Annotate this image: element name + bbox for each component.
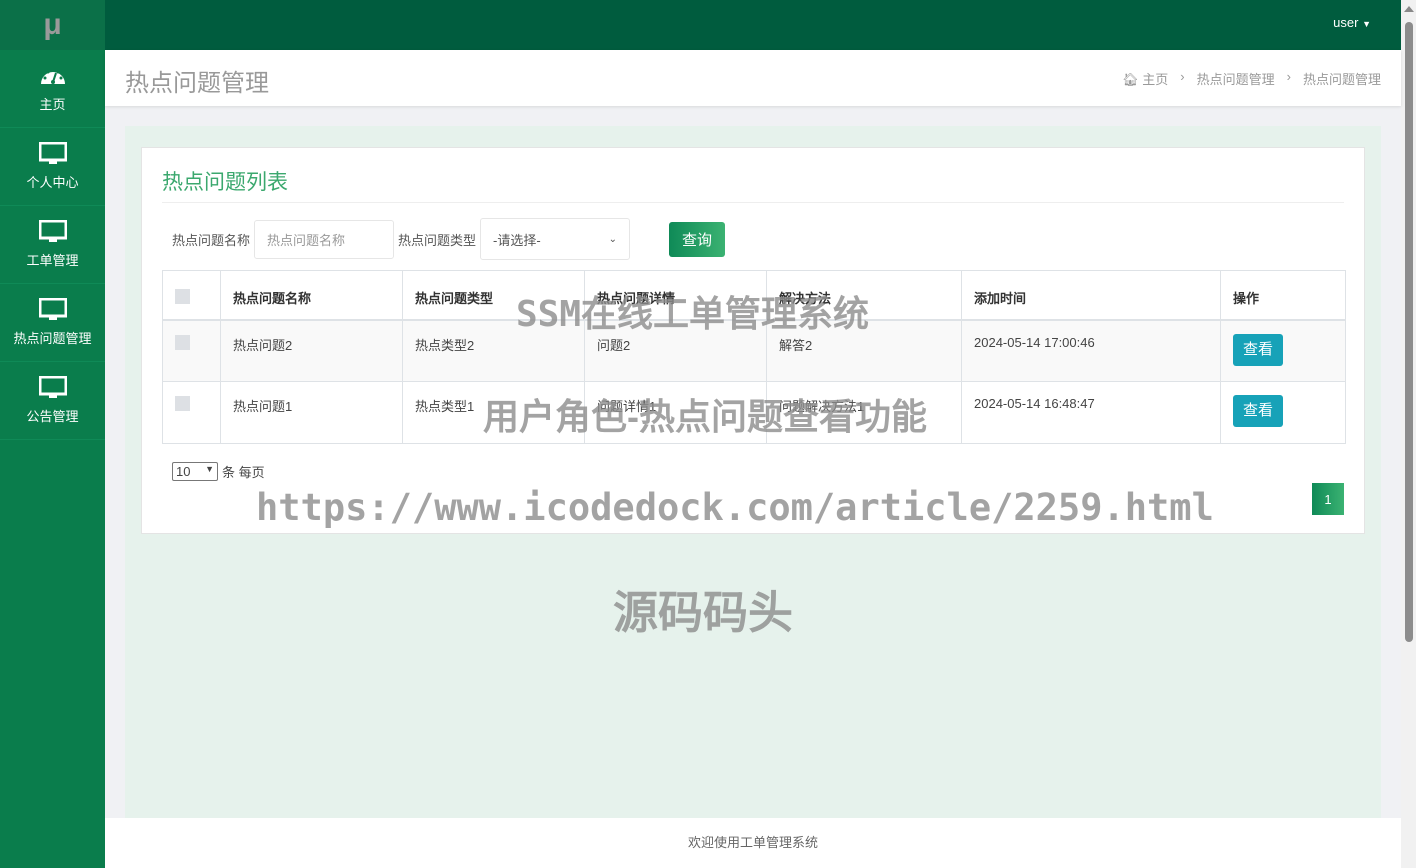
sidebar-item-label: 个人中心 bbox=[26, 175, 79, 190]
type-label: 热点问题类型 bbox=[398, 232, 477, 248]
search-bar: 热点问题名称 热点问题名称 热点问题类型 -请选择- ⌄ 查询 bbox=[172, 218, 726, 260]
sidebar-item-label: 主页 bbox=[39, 97, 66, 112]
select-all-checkbox[interactable] bbox=[175, 288, 190, 304]
sidebar-item-notices[interactable]: 公告管理 bbox=[0, 362, 105, 440]
logo: μ bbox=[0, 0, 105, 50]
scroll-up-icon[interactable] bbox=[1404, 6, 1414, 12]
query-button[interactable]: 查询 bbox=[669, 221, 726, 257]
divider bbox=[162, 202, 1344, 203]
monitor-icon bbox=[38, 376, 67, 398]
dashboard-icon bbox=[40, 70, 65, 84]
user-menu[interactable]: user ▼ bbox=[1333, 15, 1371, 30]
view-button[interactable]: 查看 bbox=[1233, 395, 1283, 427]
type-select[interactable]: -请选择- ⌄ bbox=[480, 218, 631, 260]
sidebar-item-profile[interactable]: 个人中心 bbox=[0, 128, 105, 206]
row-checkbox[interactable] bbox=[175, 396, 190, 411]
cell-name: 热点问题2 bbox=[220, 319, 403, 382]
name-label: 热点问题名称 bbox=[172, 232, 251, 248]
breadcrumb: 🏠︎ 主页 › 热点问题管理 › 热点问题管理 bbox=[1122, 69, 1381, 88]
page-header: 热点问题管理 🏠︎ 主页 › 热点问题管理 › 热点问题管理 bbox=[105, 50, 1401, 106]
scrollbar[interactable] bbox=[1401, 0, 1416, 868]
watermark: SSM在线工单管理系统 bbox=[516, 294, 870, 335]
cell-name: 热点问题1 bbox=[220, 381, 403, 444]
chevron-right-icon: › bbox=[1180, 69, 1185, 84]
column-header: 热点问题名称 bbox=[220, 270, 403, 321]
breadcrumb-item[interactable]: 热点问题管理 bbox=[1197, 69, 1275, 88]
sidebar-item-hot-issues[interactable]: 热点问题管理 bbox=[0, 284, 105, 362]
column-header: 添加时间 bbox=[961, 270, 1221, 321]
name-search-input[interactable]: 热点问题名称 bbox=[254, 219, 395, 259]
sidebar-item-label: 热点问题管理 bbox=[13, 331, 92, 346]
chevron-down-icon: ⌄ bbox=[608, 233, 618, 245]
view-button[interactable]: 查看 bbox=[1233, 333, 1283, 366]
sidebar-item-label: 工单管理 bbox=[26, 253, 79, 268]
row-checkbox[interactable] bbox=[175, 334, 190, 350]
username: user bbox=[1333, 15, 1359, 30]
page-1-button[interactable]: 1 bbox=[1312, 483, 1344, 515]
column-header: 操作 bbox=[1220, 270, 1346, 321]
page-size: 10 ▼ 条 每页 bbox=[172, 462, 265, 481]
sidebar-item-home[interactable]: 主页 bbox=[0, 50, 105, 128]
cell-time: 2024-05-14 17:00:46 bbox=[961, 319, 1221, 382]
page-title: 热点问题管理 bbox=[125, 70, 269, 97]
list-card: 热点问题列表 热点问题名称 热点问题名称 热点问题类型 -请选择- ⌄ 查询 热点… bbox=[141, 147, 1365, 534]
caret-down-icon: ▼ bbox=[1362, 19, 1371, 29]
sidebar-item-label: 公告管理 bbox=[26, 409, 79, 424]
per-page-label: 条 每页 bbox=[222, 465, 265, 480]
watermark: https://www.icodedock.com/article/2259.h… bbox=[256, 486, 1214, 529]
sidebar: μ 主页 个人中心 工单管理 热点问题管理 公告管理 bbox=[0, 0, 105, 868]
sidebar-item-tickets[interactable]: 工单管理 bbox=[0, 206, 105, 284]
cell-time: 2024-05-14 16:48:47 bbox=[961, 381, 1221, 444]
watermark: 源码码头 bbox=[613, 587, 794, 638]
breadcrumb-item: 热点问题管理 bbox=[1302, 72, 1381, 87]
card-title: 热点问题列表 bbox=[162, 171, 288, 194]
chevron-down-icon: ▼ bbox=[205, 464, 214, 474]
watermark: 用户角色-热点问题查看功能 bbox=[483, 396, 927, 437]
scrollbar-thumb[interactable] bbox=[1405, 22, 1413, 642]
monitor-icon bbox=[38, 142, 67, 164]
breadcrumb-home[interactable]: 🏠︎ 主页 bbox=[1122, 69, 1168, 88]
topbar: user ▼ bbox=[105, 0, 1401, 50]
footer: 欢迎使用工单管理系统 bbox=[105, 818, 1401, 868]
monitor-icon bbox=[38, 298, 67, 320]
chevron-right-icon: › bbox=[1286, 69, 1291, 84]
monitor-icon bbox=[38, 220, 67, 242]
home-icon: 🏠︎ bbox=[1122, 72, 1139, 87]
page-size-select[interactable]: 10 ▼ bbox=[172, 462, 218, 481]
